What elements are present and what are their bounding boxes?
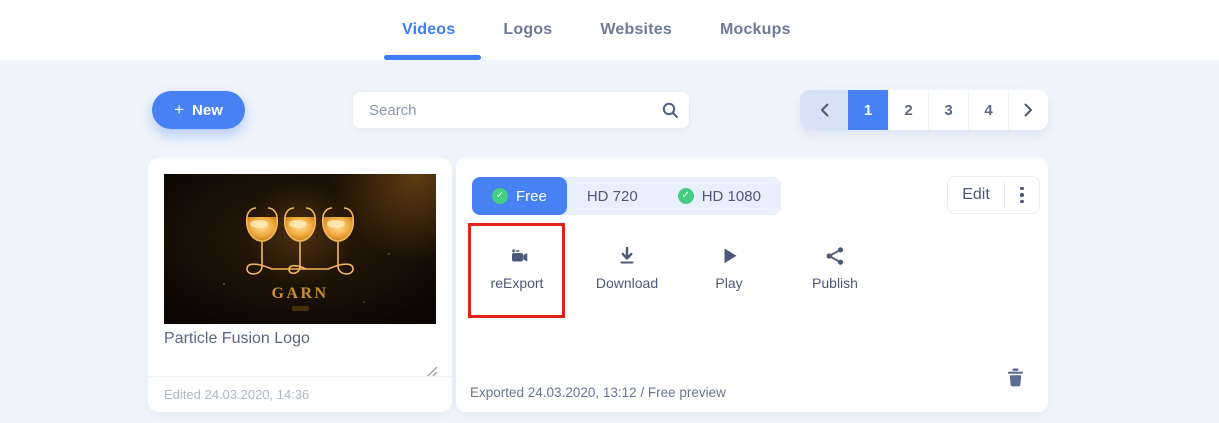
chevron-left-icon	[820, 103, 828, 117]
new-project-button[interactable]: + New	[152, 91, 245, 129]
reexport-button[interactable]: reExport	[475, 244, 559, 291]
pagination-page-2[interactable]: 2	[888, 90, 928, 130]
check-circle-icon	[677, 188, 694, 204]
tab-mockups[interactable]: Mockups	[720, 0, 791, 60]
chevron-right-icon	[1024, 103, 1032, 117]
category-tabs: Videos Logos Websites Mockups	[384, 0, 791, 60]
quality-tab-hd720-label: HD 720	[586, 187, 638, 205]
video-preview-card: GARN Particle Fusion Logo Edited 24.03.2…	[148, 158, 452, 412]
play-button[interactable]: Play	[687, 244, 771, 291]
pagination: 1 2 3 4	[800, 90, 1048, 130]
tab-logos-label: Logos	[503, 21, 553, 38]
tab-logos[interactable]: Logos	[503, 0, 552, 60]
reexport-label: reExport	[490, 275, 544, 291]
video-thumbnail[interactable]: GARN	[164, 174, 436, 324]
publish-label: Publish	[812, 275, 858, 291]
play-label: Play	[715, 275, 743, 291]
pagination-page-4[interactable]: 4	[968, 90, 1008, 130]
download-icon	[620, 246, 634, 264]
quality-tab-hd1080[interactable]: HD 1080	[658, 177, 781, 215]
video-camera-icon	[512, 249, 528, 262]
projects-page: Videos Logos Websites Mockups + New Sear…	[0, 0, 1219, 423]
search-input[interactable]	[353, 101, 651, 119]
edit-button[interactable]: Edit	[948, 177, 1004, 213]
trash-icon	[1008, 368, 1023, 387]
download-button[interactable]: Download	[585, 244, 669, 291]
tab-mockups-label: Mockups	[719, 21, 791, 38]
pagination-prev-button[interactable]	[800, 90, 848, 130]
search-icon[interactable]	[651, 101, 689, 119]
search-box	[352, 91, 690, 129]
download-label: Download	[595, 275, 659, 291]
export-details-card: Free HD 720 HD 1080 Edit	[456, 158, 1048, 412]
quality-tabs: Free HD 720 HD 1080	[472, 177, 781, 215]
new-project-button-label: New	[192, 101, 223, 119]
tab-videos-label: Videos	[402, 21, 456, 38]
thumbnail-brand-text: GARN	[271, 285, 328, 302]
edited-timestamp: Edited 24.03.2020, 14:36	[148, 376, 452, 412]
quality-tab-hd720[interactable]: HD 720	[567, 177, 658, 215]
share-icon	[826, 247, 844, 265]
check-circle-icon	[492, 188, 508, 204]
edit-button-group: Edit	[947, 176, 1040, 214]
video-title[interactable]: Particle Fusion Logo	[164, 330, 310, 348]
active-tab-underline	[384, 55, 482, 60]
kebab-icon	[1020, 186, 1024, 191]
pagination-next-button[interactable]	[1008, 90, 1048, 130]
tab-websites[interactable]: Websites	[600, 0, 672, 60]
pagination-page-3[interactable]: 3	[928, 90, 968, 130]
play-icon	[724, 248, 737, 264]
quality-tab-free[interactable]: Free	[472, 177, 567, 215]
exported-status-text: Exported 24.03.2020, 13:12 / Free previe…	[470, 385, 726, 400]
tab-videos[interactable]: Videos	[384, 0, 482, 60]
more-options-button[interactable]	[1005, 177, 1039, 213]
quality-tab-free-label: Free	[516, 187, 547, 205]
pagination-page-1[interactable]: 1	[848, 90, 888, 130]
plus-icon: +	[174, 100, 185, 119]
delete-button[interactable]	[1007, 368, 1024, 392]
tab-websites-label: Websites	[600, 21, 672, 38]
top-nav-bar: Videos Logos Websites Mockups	[0, 0, 1219, 60]
quality-tab-hd1080-label: HD 1080	[701, 187, 761, 205]
publish-button[interactable]: Publish	[793, 244, 877, 291]
